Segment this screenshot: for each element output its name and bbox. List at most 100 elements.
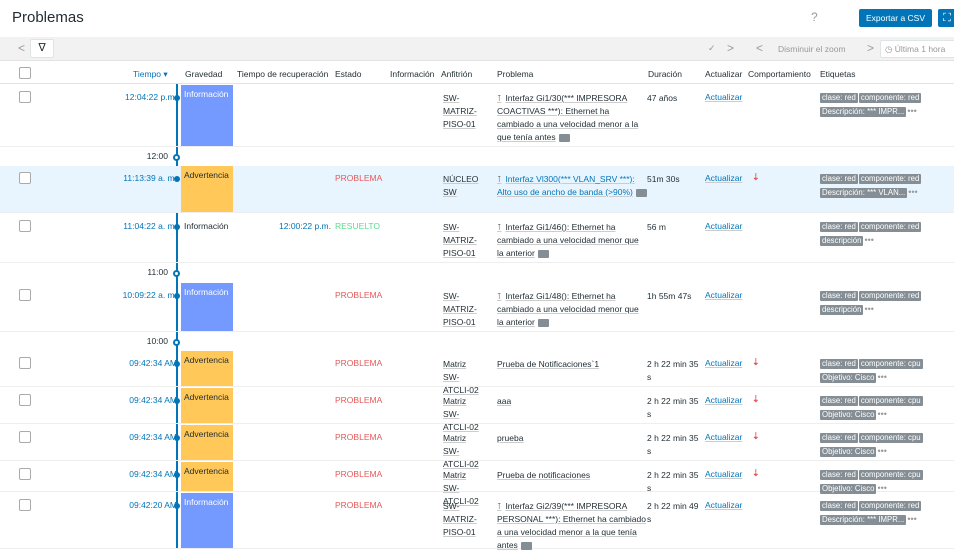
tag-badge[interactable]: clase: red (820, 93, 858, 103)
tag-badge[interactable]: componente: red (858, 174, 922, 184)
tag-badge[interactable]: componente: red (858, 291, 922, 301)
tag-badge[interactable]: clase: red (820, 433, 858, 443)
more-tags-icon[interactable]: ••• (877, 409, 886, 419)
message-icon[interactable] (537, 318, 549, 327)
tag-badge[interactable]: componente: cpu (858, 396, 923, 406)
help-icon[interactable]: ? (811, 10, 818, 24)
event-time-link[interactable]: 12:04:22 p.m. (125, 92, 177, 102)
problem-link[interactable]: ⊺ Interfaz Gi1/46(): Ethernet ha cambiado… (497, 221, 647, 260)
tag-badge[interactable]: clase: red (820, 291, 858, 301)
more-tags-icon[interactable]: ••• (877, 483, 886, 493)
col-severity[interactable]: Gravedad (185, 69, 222, 79)
tag-badge[interactable]: Objetivo: Cisco (820, 447, 877, 457)
actions-icon[interactable]: ⇣ (752, 468, 760, 479)
update-link[interactable]: Actualizar (705, 173, 742, 183)
host-link[interactable]: SW-MATRIZ-PISO-01 (443, 290, 483, 329)
collapse-left-icon[interactable]: < (18, 41, 25, 55)
select-all-checkbox[interactable] (19, 67, 31, 79)
recovery-time-link[interactable]: 12:00:22 p.m. (271, 221, 331, 231)
col-host[interactable]: Anfitrión (441, 69, 472, 79)
event-time-link[interactable]: 09:42:34 AM (129, 432, 177, 442)
row-checkbox[interactable] (19, 220, 31, 232)
tag-badge[interactable]: Descripción: *** IMPR... (820, 515, 907, 525)
update-link[interactable]: Actualizar (705, 500, 742, 510)
tag-badge[interactable]: Descripción: *** VLAN... (820, 188, 908, 198)
tag-badge[interactable]: clase: red (820, 222, 858, 232)
more-tags-icon[interactable]: ••• (864, 304, 873, 314)
host-link[interactable]: SW-MATRIZ-PISO-01 (443, 500, 483, 539)
actions-icon[interactable]: ⇣ (752, 357, 760, 368)
zoom-out-button[interactable]: Disminuir el zoom (778, 44, 846, 54)
row-checkbox[interactable] (19, 289, 31, 301)
export-csv-button[interactable]: Exportar a CSV (859, 9, 932, 27)
tag-badge[interactable]: componente: red (858, 93, 922, 103)
problem-link[interactable]: Prueba de Notificaciones`1 (497, 358, 647, 371)
tag-badge[interactable]: Descripción: *** IMPR... (820, 107, 907, 117)
event-time-link[interactable]: 11:04:22 a. m. (123, 221, 177, 231)
actions-icon[interactable]: ⇣ (752, 431, 760, 442)
more-tags-icon[interactable]: ••• (877, 446, 886, 456)
row-checkbox[interactable] (19, 394, 31, 406)
col-time[interactable]: Tiempo ▾ (133, 69, 168, 80)
time-range-tab[interactable]: ◷ Última 1 hora (880, 40, 954, 58)
tag-badge[interactable]: clase: red (820, 174, 858, 184)
tag-badge[interactable]: componente: cpu (858, 359, 923, 369)
update-link[interactable]: Actualizar (705, 290, 742, 300)
message-icon[interactable] (558, 133, 570, 142)
update-link[interactable]: Actualizar (705, 92, 742, 102)
event-time-link[interactable]: 09:42:34 AM (129, 395, 177, 405)
tag-badge[interactable]: descripción (820, 236, 864, 246)
tag-badge[interactable]: clase: red (820, 359, 858, 369)
problem-link[interactable]: ⊺ Interfaz Gi1/30(*** IMPRESORA COACTIVAS… (497, 92, 647, 144)
problem-link[interactable]: ⊺ Interfaz Gi2/39(*** IMPRESORA PERSONAL … (497, 500, 647, 552)
more-tags-icon[interactable]: ••• (907, 106, 916, 116)
tag-badge[interactable]: descripción (820, 305, 864, 315)
row-checkbox[interactable] (19, 499, 31, 511)
event-time-link[interactable]: 10:09:22 a. m. (123, 290, 177, 300)
chevron-down-icon[interactable]: ✓ (708, 43, 716, 54)
message-icon[interactable] (537, 249, 549, 258)
message-icon[interactable] (635, 188, 647, 197)
more-tags-icon[interactable]: ••• (864, 235, 873, 245)
update-link[interactable]: Actualizar (705, 432, 742, 442)
problem-link[interactable]: ⊺ Interfaz Gi1/48(): Ethernet ha cambiado… (497, 290, 647, 329)
problem-link[interactable]: Prueba de notificaciones (497, 469, 647, 482)
more-tags-icon[interactable]: ••• (907, 514, 916, 524)
event-time-link[interactable]: 09:42:20 AM (129, 500, 177, 510)
more-tags-icon[interactable]: ••• (908, 187, 917, 197)
event-time-link[interactable]: 11:13:39 a. m. (123, 173, 177, 183)
more-tags-icon[interactable]: ••• (877, 372, 886, 382)
update-link[interactable]: Actualizar (705, 469, 742, 479)
update-link[interactable]: Actualizar (705, 221, 742, 231)
host-link[interactable]: NÚCLEO SW (443, 173, 483, 199)
tag-badge[interactable]: Objetivo: Cisco (820, 373, 877, 383)
row-checkbox[interactable] (19, 431, 31, 443)
row-checkbox[interactable] (19, 357, 31, 369)
tag-badge[interactable]: componente: cpu (858, 433, 923, 443)
row-checkbox[interactable] (19, 91, 31, 103)
event-time-link[interactable]: 09:42:34 AM (129, 358, 177, 368)
event-time-link[interactable]: 09:42:34 AM (129, 469, 177, 479)
host-link[interactable]: SW-MATRIZ-PISO-01 (443, 92, 483, 131)
prev-period-icon[interactable]: < (756, 41, 763, 55)
tag-badge[interactable]: componente: cpu (858, 470, 923, 480)
tag-badge[interactable]: componente: red (858, 501, 922, 511)
problem-link[interactable]: aaa (497, 395, 647, 408)
tag-badge[interactable]: clase: red (820, 470, 858, 480)
actions-icon[interactable]: ⇣ (752, 172, 760, 183)
host-link[interactable]: SW-MATRIZ-PISO-01 (443, 221, 483, 260)
actions-icon[interactable]: ⇣ (752, 394, 760, 405)
next-period-icon[interactable]: > (867, 41, 874, 55)
problem-link[interactable]: prueba (497, 432, 647, 445)
tag-badge[interactable]: componente: red (858, 222, 922, 232)
problem-link[interactable]: ⊺ Interfaz Vl300(*** VLAN_SRV ***): Alto … (497, 173, 647, 199)
row-checkbox[interactable] (19, 172, 31, 184)
update-link[interactable]: Actualizar (705, 395, 742, 405)
filter-tab-icon[interactable]: ∇ (30, 39, 54, 58)
tag-badge[interactable]: clase: red (820, 396, 858, 406)
kiosk-mode-icon[interactable]: ⛶ (938, 9, 954, 27)
row-checkbox[interactable] (19, 468, 31, 480)
next-icon[interactable]: > (727, 41, 734, 55)
tag-badge[interactable]: clase: red (820, 501, 858, 511)
tag-badge[interactable]: Objetivo: Cisco (820, 410, 877, 420)
